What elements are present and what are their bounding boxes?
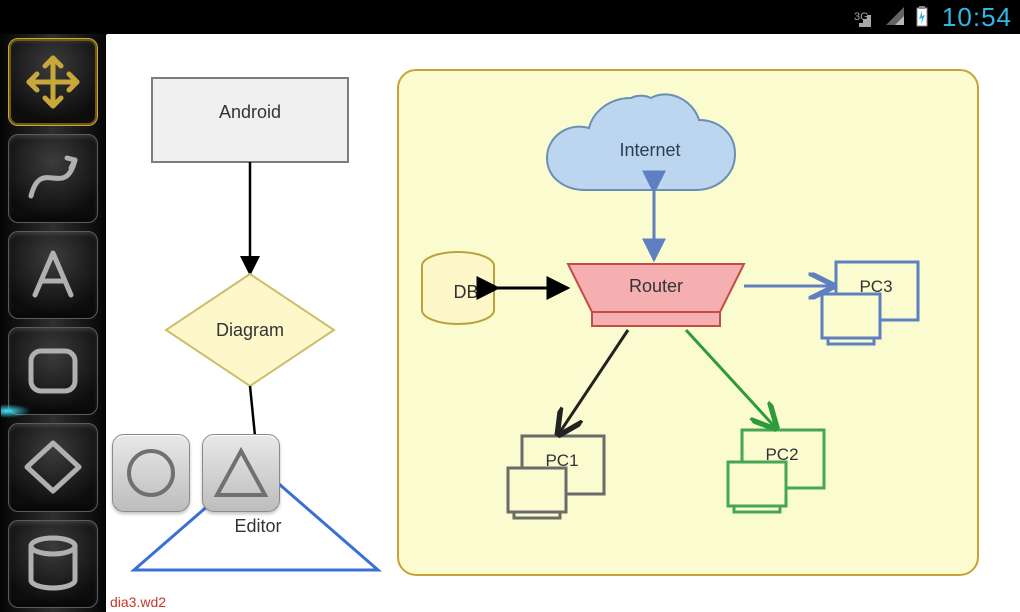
label-diagram: Diagram (216, 320, 284, 340)
label-pc1: PC1 (545, 451, 578, 470)
label-internet: Internet (619, 140, 680, 160)
network-3g-icon: 3G (854, 7, 878, 27)
cylinder-icon (21, 532, 85, 596)
triangle-icon (213, 445, 269, 501)
android-status-bar: 3G 10:54 (0, 0, 1020, 34)
filename-label: dia3.wd2 (110, 594, 166, 610)
label-pc3: PC3 (859, 277, 892, 296)
label-router: Router (629, 276, 683, 296)
palette-triangle-button[interactable] (202, 434, 280, 512)
diagram-canvas[interactable]: Android Diagram Editor Internet (106, 34, 1020, 612)
battery-charging-icon (914, 5, 930, 29)
tool-diamond[interactable] (8, 423, 98, 511)
tool-curve[interactable] (8, 134, 98, 222)
curve-icon (21, 146, 85, 210)
network-group[interactable]: Internet Router DB (398, 70, 978, 575)
app-root: Android Diagram Editor Internet (0, 34, 1020, 612)
tool-text[interactable] (8, 231, 98, 319)
text-icon (21, 243, 85, 307)
label-db: DB (453, 282, 478, 302)
signal-icon (886, 7, 906, 27)
rounded-square-icon (21, 339, 85, 403)
left-toolbar (0, 34, 106, 612)
diagram-svg: Android Diagram Editor Internet (106, 34, 1020, 612)
palette-circle-button[interactable] (112, 434, 190, 512)
shape-router[interactable]: Router (568, 264, 744, 326)
label-pc2: PC2 (765, 445, 798, 464)
tool-cylinder[interactable] (8, 520, 98, 608)
label-editor: Editor (234, 516, 281, 536)
label-android: Android (219, 102, 281, 122)
move-icon (21, 50, 85, 114)
status-clock: 10:54 (938, 2, 1012, 33)
tool-rounded-square[interactable] (8, 327, 98, 415)
circle-icon (123, 445, 179, 501)
diamond-icon (21, 435, 85, 499)
tool-move[interactable] (8, 38, 98, 126)
shape-db[interactable]: DB (422, 252, 494, 324)
